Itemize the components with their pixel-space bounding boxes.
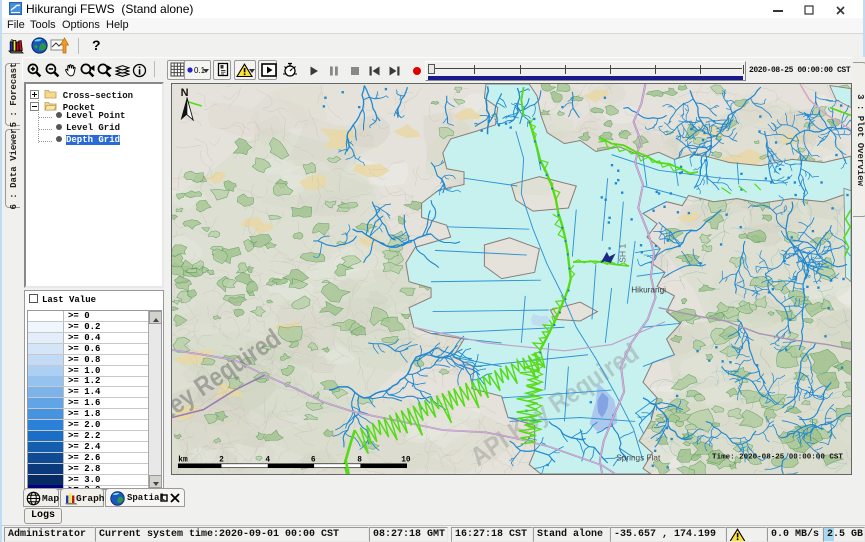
svg-text:10: 10 [401, 455, 411, 464]
svg-text:N: N [181, 87, 189, 99]
svg-text:Springs Flat: Springs Flat [616, 454, 661, 463]
svg-text:km: km [178, 455, 188, 464]
svg-text:SH 1: SH 1 [618, 244, 628, 263]
svg-text:Hikurangi: Hikurangi [631, 286, 666, 295]
svg-text:Time: 2020-08-25 00:00:00 CST: Time: 2020-08-25 00:00:00 CST [712, 453, 843, 461]
svg-text:4: 4 [265, 455, 270, 464]
svg-text:8: 8 [357, 455, 362, 464]
svg-text:6: 6 [311, 455, 316, 464]
svg-text:2: 2 [219, 455, 224, 464]
